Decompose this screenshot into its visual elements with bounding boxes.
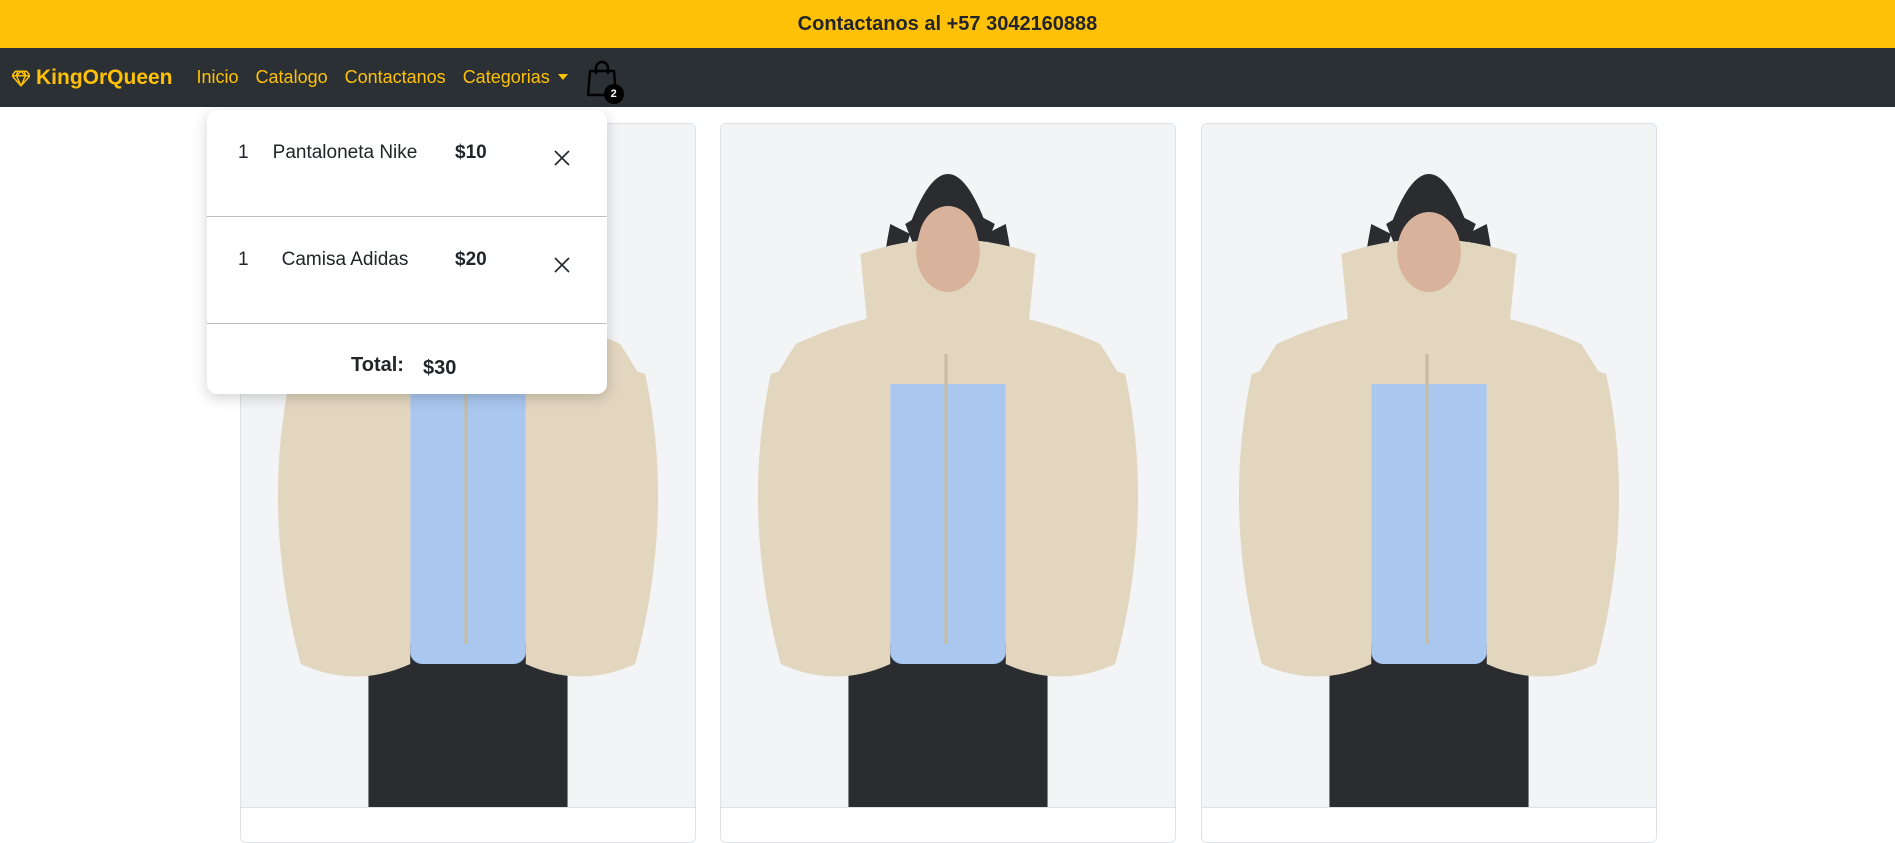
nav-inicio[interactable]: Inicio [197,67,239,88]
caret-down-icon [557,73,568,80]
cart-button[interactable]: 2 [582,54,624,104]
product-card-body [1202,807,1656,842]
nav-categorias-label: Categorias [462,67,550,87]
nav-contactanos[interactable]: Contactanos [345,67,446,88]
product-image [721,124,1175,807]
cart-total-value: $30 [423,357,457,379]
cart-item-name: Camisa Adidas [281,249,409,270]
cart-item-qty: 1 [238,249,249,270]
cart-item-price: $20 [455,249,487,270]
contact-bar: Contactanos al +57 3042160888 [0,0,1895,48]
close-icon[interactable] [552,255,572,275]
product-card-body [241,807,695,842]
cart-total-label: Total: [351,354,404,376]
cart-item: 1 Pantaloneta Nike $10 [207,110,607,217]
product-card[interactable] [1201,123,1657,843]
brand-link[interactable]: KingOrQueen [12,66,173,90]
cart-item-price: $10 [455,142,487,163]
nav-categorias-dropdown[interactable]: Categorias [463,67,568,88]
brand-name: KingOrQueen [36,65,173,89]
product-card[interactable] [720,123,1176,843]
cart-count-badge: 2 [603,83,624,104]
gem-icon [12,70,30,87]
cart-item-qty: 1 [238,142,249,163]
cart-item-name: Pantaloneta Nike [272,142,418,163]
cart-dropdown: 1 Pantaloneta Nike $10 1 Camisa Adidas $… [207,110,607,394]
navbar: KingOrQueen Inicio Catalogo Contactanos … [0,48,1895,107]
cart-item: 1 Camisa Adidas $20 [207,217,607,324]
close-icon[interactable] [552,148,572,168]
contact-text: Contactanos al +57 3042160888 [797,12,1098,35]
cart-total: Total: $30 [207,324,607,394]
product-image [1202,124,1656,807]
product-card-body [721,807,1175,842]
nav-catalogo[interactable]: Catalogo [256,67,328,88]
